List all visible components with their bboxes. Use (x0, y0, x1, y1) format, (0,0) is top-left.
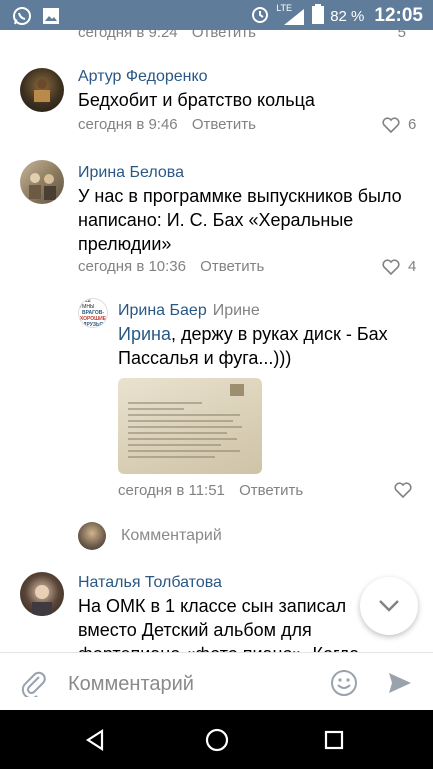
heart-icon (382, 258, 400, 275)
like-count: 4 (408, 258, 417, 275)
photo-stamp (230, 384, 244, 396)
comment-time: сегодня в 11:51 (118, 482, 225, 499)
system-nav-bar (0, 710, 433, 769)
clock: 12:05 (374, 5, 423, 26)
home-icon (205, 728, 229, 752)
photo-attachment[interactable] (118, 378, 262, 474)
smile-icon (331, 670, 357, 696)
chevron-down-icon (379, 600, 399, 612)
mention-link[interactable]: Ирина (118, 324, 171, 344)
battery-icon (312, 4, 325, 28)
send-icon (389, 673, 411, 693)
avatar[interactable] (20, 160, 64, 204)
emoji-button[interactable] (328, 667, 360, 699)
photo-lines (128, 402, 252, 462)
heart-icon (394, 482, 412, 498)
network-type: LTE (276, 3, 293, 13)
avatar-text: НАШ УМНЫ (79, 298, 95, 310)
attach-button[interactable] (18, 667, 50, 699)
back-button[interactable] (80, 726, 110, 754)
recents-button[interactable] (320, 726, 348, 754)
recents-icon (324, 730, 344, 750)
comment-meta: сегодня в 9:46 Ответить (78, 116, 256, 133)
avatar (78, 522, 106, 550)
comment-meta: сегодня в 11:51 Ответить (118, 482, 303, 499)
comment-author[interactable]: Наталья Толбатова (78, 574, 222, 592)
inline-comment-label: Комментарий (121, 527, 222, 544)
whatsapp-icon (12, 6, 32, 31)
inline-comment-prompt[interactable]: Комментарий (0, 520, 433, 554)
comment-text: На ОМК в 1 классе сын записал вместо Дет… (78, 596, 359, 652)
scroll-down-button[interactable] (360, 577, 418, 635)
comment-author: Ирина Баер Ирине (118, 302, 260, 320)
reply-link[interactable]: Ответить (192, 30, 256, 41)
comment-text: Ирина, держу в руках диск - Бах Пассалья… (118, 322, 413, 370)
comment-item: Ирина Белова У нас в программке выпускни… (0, 156, 433, 286)
comments-feed[interactable]: сегодня в 9:24 Ответить 5 Артур Федоренк… (0, 30, 433, 652)
comment-text: Бедхобит и братство кольца (78, 90, 315, 110)
comment-text: У нас в программке выпускников было напи… (78, 186, 402, 254)
avatar[interactable] (20, 572, 64, 616)
like-count: 6 (408, 116, 417, 133)
battery-percent: 82 % (330, 7, 365, 25)
heart-icon (382, 116, 400, 133)
like-button[interactable] (394, 482, 412, 498)
comment-author[interactable]: Ирина Белова (78, 164, 184, 182)
avatar[interactable]: НАШ УМНЫ ВРАГОВ- ХОРОШИЕ ДРУЗЬЯ (78, 298, 108, 328)
gallery-icon (42, 7, 60, 30)
alarm-icon (250, 4, 270, 28)
comment-meta: сегодня в 10:36 Ответить (78, 258, 264, 275)
like-count: 5 (397, 30, 406, 41)
send-button[interactable] (384, 667, 416, 699)
reply-author[interactable]: Ирина Баер (118, 302, 207, 319)
like-button[interactable]: 6 (382, 116, 416, 133)
comment-time: сегодня в 9:46 (78, 116, 178, 133)
previous-comment-meta: сегодня в 9:24 Ответить 5 (78, 30, 428, 44)
comment-time: сегодня в 10:36 (78, 258, 186, 275)
comment-author[interactable]: Артур Федоренко (78, 68, 208, 86)
signal-icon: LTE (276, 3, 306, 27)
status-bar: LTE 82 % 12:05 (0, 0, 433, 30)
comment-composer (0, 652, 433, 710)
back-icon (85, 729, 104, 751)
reply-link[interactable]: Ответить (192, 116, 256, 133)
reply-link[interactable]: Ответить (239, 482, 303, 499)
comment-item: Артур Федоренко Бедхобит и братство коль… (0, 60, 433, 140)
reply-link[interactable]: Ответить (200, 258, 264, 275)
comment-time: сегодня в 9:24 (78, 30, 178, 41)
paperclip-icon (21, 671, 46, 697)
like-button[interactable]: 4 (382, 258, 416, 275)
avatar[interactable] (20, 68, 64, 112)
reply-item: НАШ УМНЫ ВРАГОВ- ХОРОШИЕ ДРУЗЬЯ Ирина Ба… (0, 296, 433, 506)
home-button[interactable] (202, 725, 232, 755)
reply-to[interactable]: Ирине (213, 302, 260, 319)
comment-input[interactable] (68, 671, 308, 697)
avatar-text: ДРУЗЬЯ (82, 322, 104, 328)
